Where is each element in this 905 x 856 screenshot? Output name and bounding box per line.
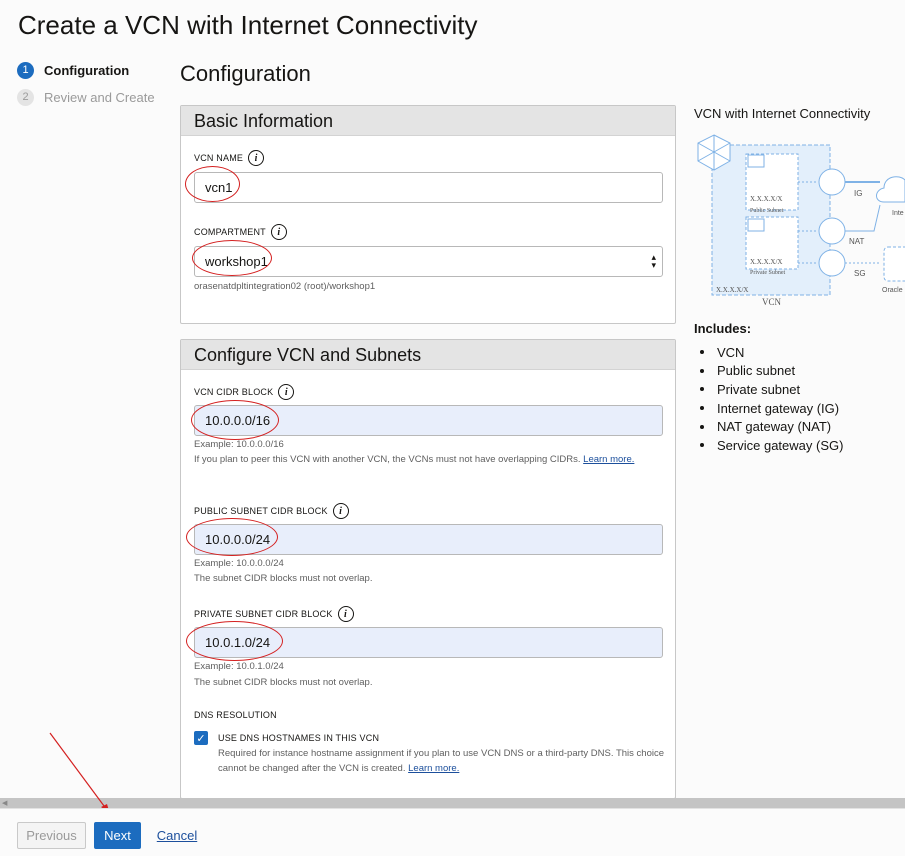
vcn-name-label: VCN NAME i	[194, 150, 265, 166]
compartment-select[interactable]: workshop1 ▴ ▾	[194, 246, 663, 277]
vcn-diagram: X.X.X.X/X Public Subnet X.X.X.X/X Privat…	[697, 134, 905, 307]
vcn-cidr-example: Example: 10.0.0.0/16	[194, 439, 284, 450]
panel-title: Basic Information	[181, 106, 675, 136]
sg-label: SG	[854, 269, 866, 278]
horizontal-scrollbar[interactable]: ◀	[0, 798, 905, 808]
step-configuration[interactable]: 1 Configuration	[17, 60, 155, 80]
next-button[interactable]: Next	[94, 822, 141, 849]
internet-gateway-icon	[818, 168, 846, 196]
list-item: NAT gateway (NAT)	[700, 417, 843, 436]
compartment-path: orasenatdpltintegration02 (root)/worksho…	[194, 281, 376, 292]
private-subnet-cidr-label: PRIVATE SUBNET CIDR BLOCK i	[194, 606, 354, 622]
private-subnet-caption: Private Subnet	[750, 270, 785, 276]
info-icon[interactable]: i	[278, 384, 295, 400]
internet-cloud-icon	[876, 176, 905, 203]
private-subnet-example: Example: 10.0.1.0/24	[194, 661, 284, 672]
vcn-cidr-note: If you plan to peer this VCN with anothe…	[194, 454, 635, 465]
vcn-cidr-caption: X.X.X.X/X	[716, 286, 748, 294]
grid-icon	[747, 218, 765, 232]
previous-button[interactable]: Previous	[17, 822, 86, 849]
dns-learn-more-link[interactable]: Learn more.	[408, 763, 459, 774]
wizard-steps: 1 Configuration 2 Review and Create	[17, 60, 155, 114]
public-subnet-cidr: X.X.X.X/X	[750, 195, 782, 203]
dialog-header: Create a VCN with Internet Connectivity	[0, 0, 905, 54]
service-gateway-icon	[818, 249, 846, 277]
vcn-cidr-label: VCN CIDR BLOCK i	[194, 384, 295, 400]
public-subnet-example: Example: 10.0.0.0/24	[194, 558, 284, 569]
panel-title: Configure VCN and Subnets	[181, 340, 675, 370]
private-subnet-note: The subnet CIDR blocks must not overlap.	[194, 677, 373, 688]
list-item: Private subnet	[700, 380, 843, 399]
ig-label: IG	[854, 189, 862, 198]
dialog-title: Create a VCN with Internet Connectivity	[18, 10, 478, 40]
oracle-services-box	[883, 246, 905, 282]
compartment-label: COMPARTMENT i	[194, 224, 287, 240]
vcn-caption: VCN	[762, 297, 782, 307]
info-icon[interactable]: i	[337, 606, 354, 622]
private-subnet-cidr: X.X.X.X/X	[750, 258, 782, 266]
cancel-button[interactable]: Cancel	[156, 822, 198, 849]
internet-label: Inte	[892, 210, 904, 217]
list-item: VCN	[700, 343, 843, 362]
chevron-up-down-icon: ▴ ▾	[651, 252, 656, 270]
list-item: Service gateway (SG)	[700, 436, 843, 455]
configure-vcn-panel: Configure VCN and Subnets VCN CIDR BLOCK…	[180, 339, 676, 799]
wizard-footer: Previous Next Cancel	[0, 808, 905, 856]
step-number: 1	[17, 61, 34, 79]
info-icon[interactable]: i	[332, 503, 349, 519]
page-title: Configuration	[180, 61, 311, 86]
diagram-title: VCN with Internet Connectivity	[694, 106, 871, 121]
annotation-arrow	[49, 732, 110, 814]
step-label: Configuration	[44, 62, 130, 78]
vcn-name-input[interactable]: vcn1	[194, 172, 663, 203]
learn-more-link[interactable]: Learn more.	[583, 454, 634, 465]
public-subnet-caption: Public Subnet	[750, 208, 784, 214]
public-subnet-cidr-input[interactable]: 10.0.0.0/24	[194, 524, 663, 555]
dns-resolution-label: DNS RESOLUTION	[194, 710, 277, 720]
basic-information-panel: Basic Information VCN NAME i vcn1 COMPART…	[180, 105, 676, 324]
public-subnet-cidr-label: PUBLIC SUBNET CIDR BLOCK i	[194, 503, 349, 519]
public-subnet-note: The subnet CIDR blocks must not overlap.	[194, 573, 373, 584]
nat-gateway-icon	[818, 217, 846, 245]
info-icon[interactable]: i	[270, 224, 287, 240]
list-item: Internet gateway (IG)	[700, 399, 843, 418]
info-icon[interactable]: i	[248, 150, 265, 166]
includes-list: VCN Public subnet Private subnet Interne…	[700, 343, 843, 455]
vcn-cidr-input[interactable]: 10.0.0.0/16	[194, 405, 663, 436]
list-item: Public subnet	[700, 362, 843, 381]
grid-icon	[747, 154, 765, 168]
dns-checkbox-label[interactable]: USE DNS HOSTNAMES IN THIS VCN	[218, 733, 379, 743]
nat-label: NAT	[849, 237, 865, 246]
dns-hostnames-checkbox[interactable]: ✓	[194, 731, 208, 745]
step-review-and-create[interactable]: 2 Review and Create	[17, 87, 155, 107]
step-label: Review and Create	[44, 89, 155, 105]
dns-note: Required for instance hostname assignmen…	[218, 748, 665, 774]
scroll-left-icon[interactable]: ◀	[2, 799, 7, 807]
private-subnet-cidr-input[interactable]: 10.0.1.0/24	[194, 627, 663, 658]
step-number: 2	[17, 88, 34, 106]
oracle-label: Oracle	[882, 287, 903, 294]
includes-title: Includes:	[694, 321, 752, 336]
